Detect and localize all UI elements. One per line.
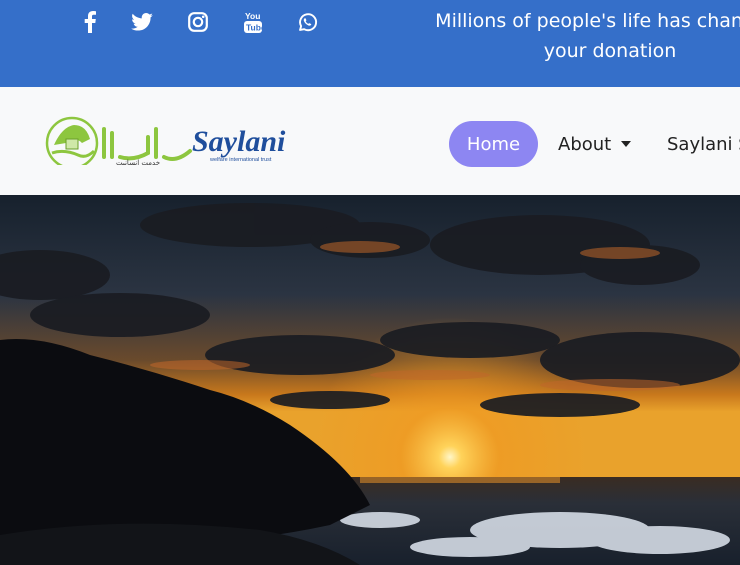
whatsapp-icon (298, 12, 317, 31)
youtube-link[interactable]: You Tube (241, 10, 265, 34)
logo-wordmark: Saylani (192, 125, 286, 158)
logo-tagline: welfare international trust (209, 157, 272, 163)
twitter-link[interactable] (130, 10, 154, 34)
nav-about-dropdown[interactable]: About (558, 121, 632, 167)
logo-urdu-tagline: ﺧﺪﻣﺖ ﺍﻧﺴﺎﻧﯿﺖ (116, 159, 160, 165)
caret-down-icon (621, 141, 632, 147)
svg-text:You: You (245, 11, 260, 21)
top-bar: You Tube Millions of people's life has ch… (0, 0, 740, 87)
nav-saylani-services[interactable]: Saylani Se (667, 121, 740, 167)
marquee-line-2: your donation (543, 40, 677, 62)
main-navbar: Saylani welfare international trust ﺧﺪﻣﺖ… (0, 87, 740, 195)
nav-home[interactable]: Home (449, 121, 538, 167)
whatsapp-link[interactable] (295, 10, 319, 34)
instagram-icon (188, 12, 208, 32)
youtube-icon: You Tube (244, 11, 262, 33)
svg-text:Tube: Tube (246, 23, 262, 33)
twitter-icon (131, 13, 153, 31)
instagram-link[interactable] (186, 10, 210, 34)
hero-sunset-image (0, 195, 740, 565)
facebook-link[interactable] (78, 10, 102, 34)
donation-marquee: Millions of people's life has changed, y… (400, 6, 740, 66)
facebook-icon (84, 11, 96, 33)
marquee-line-1: Millions of people's life has changed, (435, 10, 740, 32)
hero-banner (0, 195, 740, 565)
nav-about-label: About (558, 133, 612, 155)
saylani-logo[interactable]: Saylani welfare international trust ﺧﺪﻣﺖ… (44, 113, 288, 170)
saylani-logo-mark: Saylani welfare international trust ﺧﺪﻣﺖ… (45, 116, 286, 170)
